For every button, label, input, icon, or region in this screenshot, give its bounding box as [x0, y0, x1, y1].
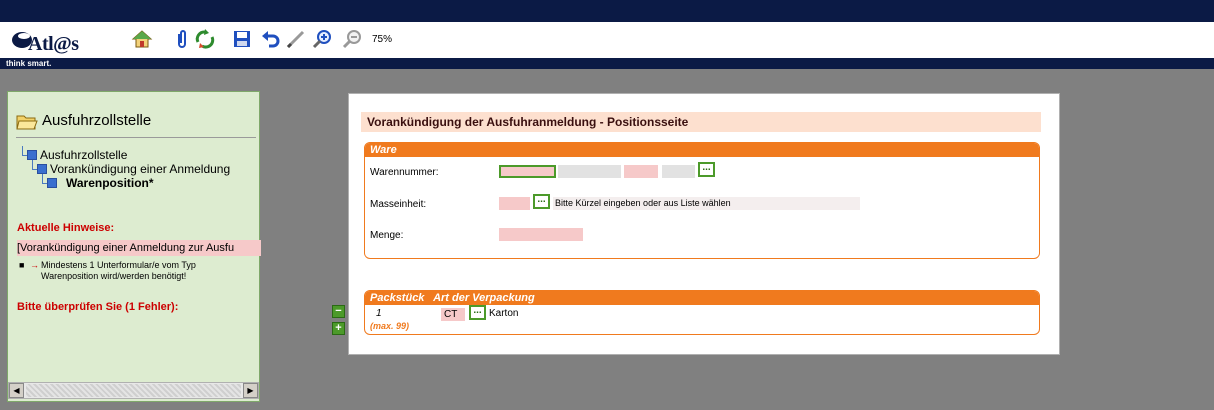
tree-node-icon — [37, 164, 47, 174]
logo-text: Atl@s — [28, 33, 79, 55]
tree-item-vorankuendigung[interactable]: Vorankündigung einer Anmeldung — [50, 162, 230, 176]
zoom-out-icon[interactable] — [340, 27, 364, 51]
panel-heading: Ausfuhrzollstelle — [42, 112, 152, 129]
section-header: Packstück Art der Verpackung — [365, 291, 1039, 305]
hint-detail-text: Mindestens 1 Unterformular/e vom Typ War… — [41, 260, 196, 281]
folder-open-icon — [16, 115, 38, 130]
col-art-der-verpackung: Art der Verpackung — [433, 292, 535, 304]
zoom-in-icon[interactable] — [310, 27, 334, 51]
form-document: Vorankündigung der Ausfuhranmeldung - Po… — [348, 93, 1060, 355]
zoom-level: 75% — [372, 34, 393, 45]
warennummer-field-4[interactable] — [624, 165, 658, 178]
section-header: Ware — [365, 143, 1039, 157]
arrow-right-icon: → — [30, 260, 39, 270]
warennummer-field-5[interactable] — [662, 165, 695, 178]
warennummer-field-1[interactable] — [499, 165, 556, 178]
navigation-panel: Ausfuhrzollstelle Ausfuhrzollstelle Vora… — [7, 91, 261, 402]
brand-bar — [0, 58, 1214, 69]
hint-line[interactable]: [Vorankündigung einer Anmeldung zur Ausf… — [17, 242, 234, 254]
errors-title: Bitte überprüfen Sie (1 Fehler): — [17, 301, 179, 313]
scroll-right-icon[interactable]: ▶ — [243, 383, 258, 398]
save-icon[interactable] — [230, 27, 254, 51]
top-strip — [0, 0, 1214, 22]
warennummer-picker-button[interactable]: ... — [698, 162, 715, 177]
horizontal-scrollbar[interactable]: ◀ ▶ — [8, 382, 259, 399]
hints-title: Aktuelle Hinweise: — [17, 222, 115, 234]
recycle-icon[interactable] — [193, 27, 217, 51]
tagline: think smart. — [6, 59, 52, 68]
verpackung-code-input[interactable]: CT — [441, 308, 465, 321]
tree-node-icon — [47, 178, 57, 188]
masseinheit-hint: Bitte Kürzel eingeben oder aus Liste wäh… — [553, 197, 860, 210]
add-row-button[interactable]: + — [332, 322, 345, 335]
page-title: Vorankündigung der Ausfuhranmeldung - Po… — [361, 112, 1041, 132]
atlas-logo: Atl@s — [8, 24, 108, 56]
tree-node-icon — [27, 150, 37, 160]
masseinheit-input[interactable] — [499, 197, 530, 210]
attachment-icon[interactable] — [170, 27, 194, 51]
pen-icon[interactable] — [284, 27, 308, 51]
col-packstueck: Packstück — [370, 292, 425, 304]
tree-item-ausfuhrzollstelle[interactable]: Ausfuhrzollstelle — [40, 148, 127, 162]
scroll-left-icon[interactable]: ◀ — [9, 383, 24, 398]
divider — [16, 137, 256, 138]
scroll-track[interactable] — [26, 384, 241, 397]
warennummer-field-3[interactable] — [587, 165, 621, 178]
masseinheit-label: Masseinheit: — [370, 199, 427, 210]
verpackung-description: Karton — [489, 308, 519, 319]
row-number: 1 — [376, 308, 382, 319]
masseinheit-picker-button[interactable]: ... — [533, 194, 550, 209]
menge-input[interactable] — [499, 228, 583, 241]
ware-section: Ware Warennummer: ... Masseinheit: ... B… — [364, 142, 1040, 259]
verpackung-picker-button[interactable]: ... — [469, 305, 486, 320]
home-icon[interactable] — [130, 27, 154, 51]
tree-item-warenposition[interactable]: Warenposition* — [66, 176, 154, 190]
menge-label: Menge: — [370, 230, 404, 241]
max-note: (max. 99) — [370, 321, 410, 331]
packstueck-section: Packstück Art der Verpackung 1 CT ... Ka… — [364, 290, 1040, 335]
remove-row-button[interactable]: − — [332, 305, 345, 318]
undo-icon[interactable] — [259, 27, 283, 51]
bullet-icon: ■ — [19, 260, 25, 270]
warennummer-label: Warennummer: — [370, 167, 439, 178]
